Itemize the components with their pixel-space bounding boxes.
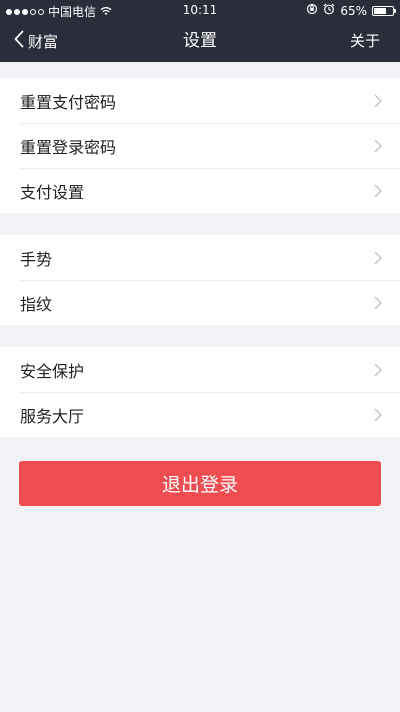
- chevron-right-icon: [374, 362, 382, 377]
- menu-item-label: 重置登录密码: [20, 137, 117, 157]
- settings-content: 重置支付密码 重置登录密码 支付设置 手势 指纹 安全保护 服务大厅: [0, 62, 400, 437]
- chevron-right-icon: [374, 138, 382, 153]
- nav-bar: 财富 设置 关于: [0, 20, 400, 62]
- menu-item-gesture[interactable]: 手势: [0, 235, 400, 280]
- menu-item-label: 支付设置: [20, 182, 85, 202]
- chevron-right-icon: [374, 407, 382, 422]
- menu-item-label: 重置支付密码: [20, 92, 117, 112]
- status-right: 65%: [306, 3, 396, 18]
- menu-item-service-hall[interactable]: 服务大厅: [0, 392, 400, 437]
- alarm-icon: [323, 3, 335, 18]
- logout-button[interactable]: 退出登录: [19, 461, 381, 506]
- chevron-right-icon: [374, 250, 382, 265]
- top-bar: 中国电信 10:11 65% 财富 设置 关于: [0, 0, 400, 62]
- menu-item-label: 指纹: [20, 294, 53, 314]
- menu-item-label: 手势: [20, 249, 53, 269]
- chevron-right-icon: [374, 183, 382, 198]
- chevron-right-icon: [374, 295, 382, 310]
- status-bar: 中国电信 10:11 65%: [0, 0, 400, 20]
- battery-fill: [374, 7, 386, 14]
- menu-item-reset-pay-password[interactable]: 重置支付密码: [0, 78, 400, 123]
- settings-group-biometric: 手势 指纹: [0, 235, 400, 325]
- chevron-right-icon: [374, 93, 382, 108]
- battery-percent: 65%: [340, 3, 367, 18]
- menu-item-security-protection[interactable]: 安全保护: [0, 347, 400, 392]
- menu-item-label: 安全保护: [20, 361, 85, 381]
- lock-rotation-icon: [306, 3, 318, 18]
- battery-icon: [372, 5, 396, 16]
- settings-group-password: 重置支付密码 重置登录密码 支付设置: [0, 78, 400, 213]
- about-button[interactable]: 关于: [350, 20, 380, 62]
- menu-item-label: 服务大厅: [20, 406, 85, 426]
- menu-item-payment-settings[interactable]: 支付设置: [0, 168, 400, 213]
- menu-item-fingerprint[interactable]: 指纹: [0, 280, 400, 325]
- page-title: 设置: [183, 31, 217, 51]
- settings-group-security: 安全保护 服务大厅: [0, 347, 400, 437]
- menu-item-reset-login-password[interactable]: 重置登录密码: [0, 123, 400, 168]
